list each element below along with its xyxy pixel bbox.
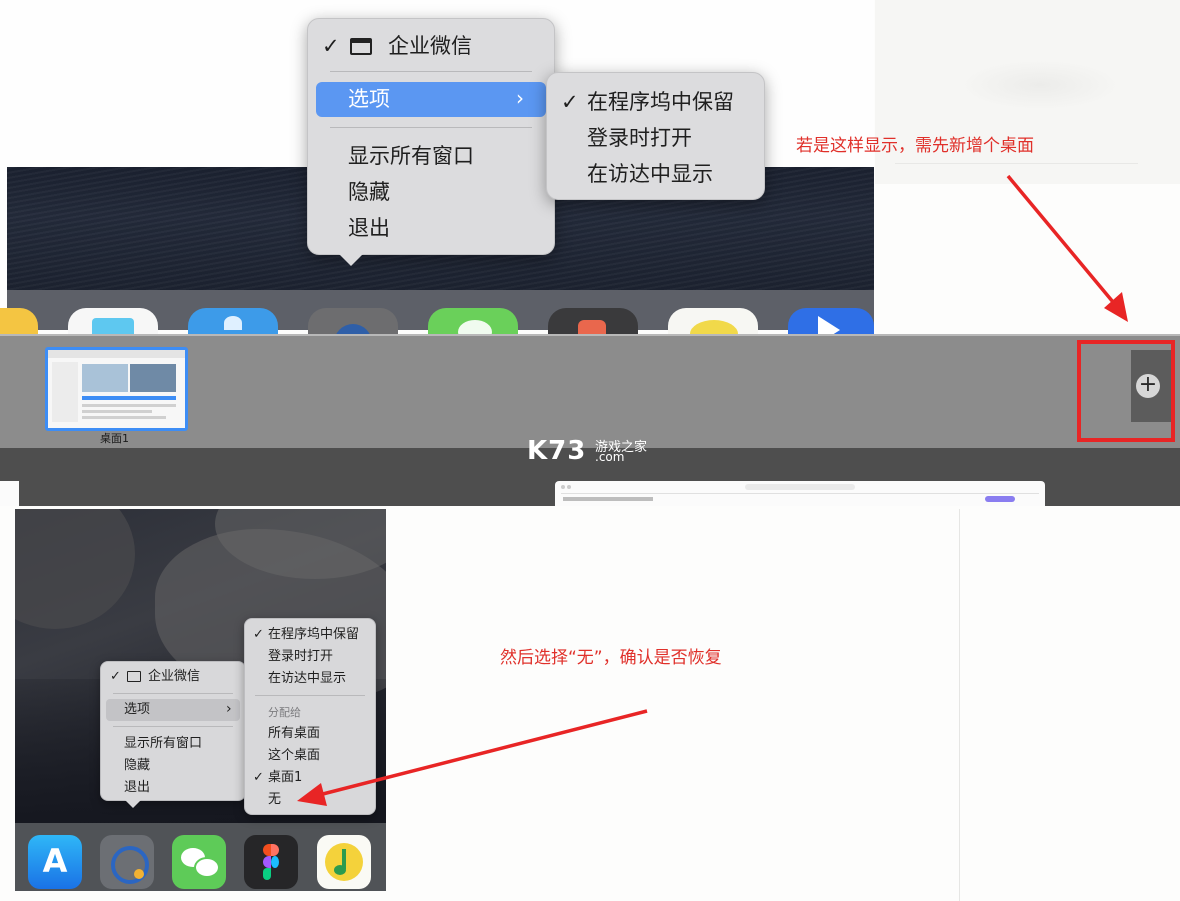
annotation-add-desktop: 若是这样显示，需先新增个桌面 (796, 136, 1034, 156)
check-icon: ✓ (561, 90, 579, 114)
wecom-icon[interactable] (100, 835, 154, 889)
menu-item-quit[interactable]: 退出 (348, 216, 390, 240)
menu-app-name[interactable]: 企业微信 (148, 669, 200, 685)
check-icon: ✓ (253, 627, 264, 642)
menu-separator (255, 695, 365, 696)
desktop-1-thumbnail[interactable] (45, 347, 188, 431)
menu-item-options[interactable]: 选项 › (316, 82, 546, 117)
menu-item-show-all-windows[interactable]: 显示所有窗口 (124, 736, 202, 752)
app-context-menu-small: ✓ 企业微信 选项 › 显示所有窗口 隐藏 退出 (100, 661, 246, 801)
menu-pointer (338, 253, 364, 266)
submenu-open-at-login[interactable]: 登录时打开 (587, 126, 692, 150)
highlight-box (1077, 340, 1175, 442)
menu-item-options-label: 选项 (348, 87, 390, 111)
menu-item-hide[interactable]: 隐藏 (348, 180, 390, 204)
chevron-right-icon: › (226, 701, 232, 717)
check-icon: ✓ (253, 770, 264, 785)
menu-separator (113, 726, 233, 727)
window-icon (127, 671, 141, 682)
app-context-menu: ✓ 企业微信 选项 › 显示所有窗口 隐藏 退出 (307, 18, 555, 255)
window-thumbnail[interactable] (0, 481, 19, 506)
red-arrow (1006, 174, 1128, 322)
red-arrow (297, 709, 648, 806)
figma-icon[interactable] (244, 835, 298, 889)
browser-window-thumbnail[interactable] (555, 481, 1045, 506)
menu-separator (330, 127, 532, 128)
wechat-icon[interactable] (172, 835, 226, 889)
right-blank-panel (959, 509, 1180, 901)
window-icon (350, 38, 372, 55)
right-panel-blur (960, 60, 1120, 110)
submenu-show-in-finder[interactable]: 在访达中显示 (587, 162, 713, 186)
watermark-brand: K73 (527, 436, 587, 466)
menu-item-show-all-windows[interactable]: 显示所有窗口 (348, 144, 474, 168)
options-submenu: ✓ 在程序坞中保留 登录时打开 在访达中显示 (546, 72, 765, 200)
chevron-right-icon: › (516, 86, 524, 110)
submenu-keep-in-dock[interactable]: 在程序坞中保留 (268, 627, 359, 643)
app-store-icon[interactable]: A (28, 835, 82, 889)
menu-separator (113, 693, 233, 694)
submenu-keep-in-dock[interactable]: 在程序坞中保留 (587, 90, 734, 114)
menu-item-quit[interactable]: 退出 (124, 780, 150, 796)
assign-none[interactable]: 无 (268, 792, 281, 808)
rock-shape (15, 509, 135, 629)
menu-item-options[interactable]: 选项 › (106, 699, 240, 721)
watermark-domain: .com (595, 450, 625, 464)
check-icon: ✓ (322, 34, 340, 58)
annotation-select-none: 然后选择“无”，确认是否恢复 (500, 648, 722, 668)
right-panel-divider (895, 163, 1138, 164)
menu-item-options-label: 选项 (124, 702, 151, 717)
menu-separator (330, 71, 532, 72)
watermark: K73 游戏之家 .com (527, 436, 667, 466)
submenu-open-at-login[interactable]: 登录时打开 (268, 649, 333, 665)
check-icon: ✓ (110, 669, 121, 684)
menu-pointer (124, 799, 142, 808)
menu-item-hide[interactable]: 隐藏 (124, 758, 150, 774)
submenu-show-in-finder[interactable]: 在访达中显示 (268, 671, 346, 687)
desktop-1-label: 桌面1 (100, 432, 129, 445)
menu-app-name[interactable]: 企业微信 (388, 34, 472, 58)
qq-music-icon[interactable] (317, 835, 371, 889)
